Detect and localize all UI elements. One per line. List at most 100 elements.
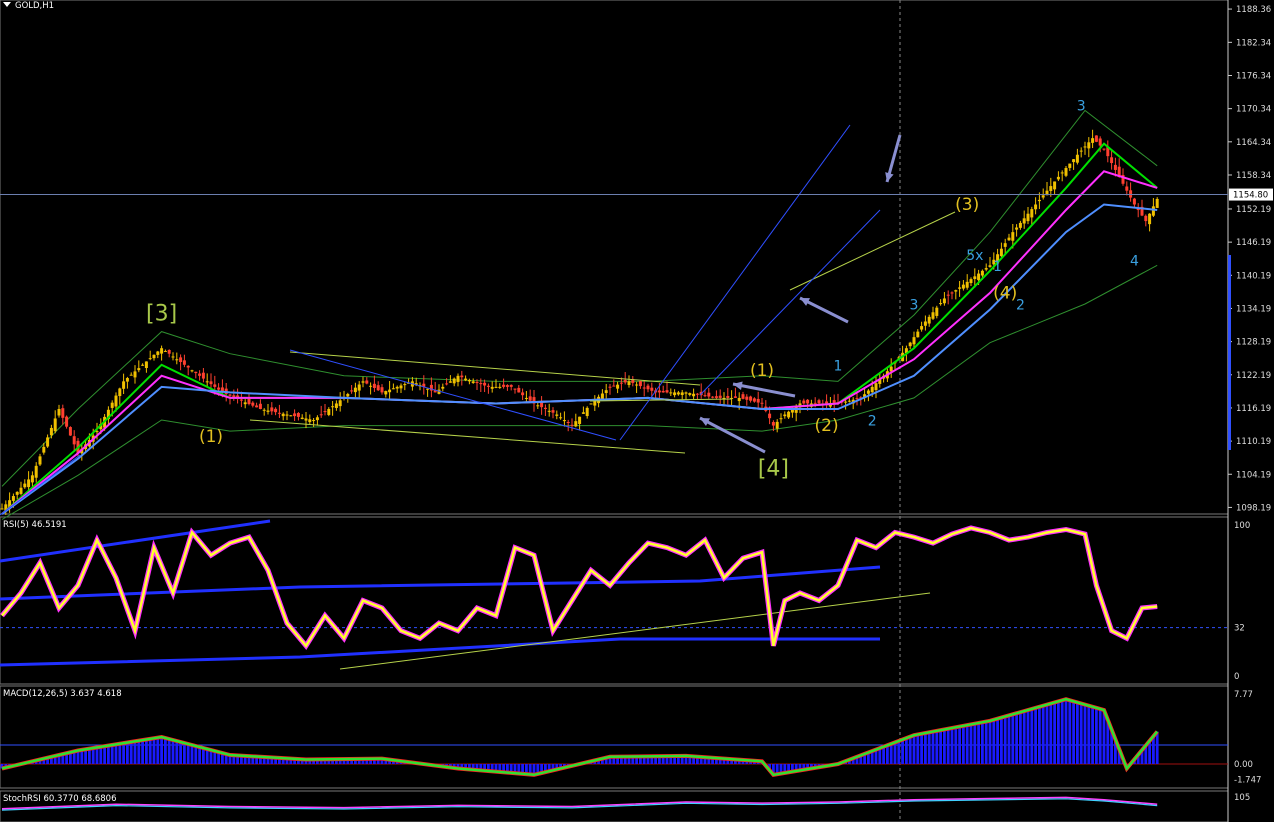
macd-histogram-bar <box>1026 710 1030 764</box>
candle-body <box>49 427 53 436</box>
candle-body <box>999 248 1003 257</box>
candle-body <box>1155 198 1159 208</box>
rsi-tick-label: 100 <box>1234 521 1250 531</box>
candle-body <box>281 413 285 417</box>
candle-body <box>954 290 958 292</box>
macd-histogram-bar <box>1041 705 1045 764</box>
macd-histogram-bar <box>969 724 973 764</box>
macd-histogram-bar <box>1015 713 1018 764</box>
candle-body <box>969 279 973 284</box>
candle-body <box>217 387 221 390</box>
dropdown-arrow-icon[interactable] <box>3 2 11 7</box>
candle-body <box>946 294 950 296</box>
candle-body <box>551 410 555 413</box>
candle-body <box>988 265 992 267</box>
macd-tick-label: 7.77 <box>1234 690 1253 700</box>
candle-body <box>171 356 175 358</box>
candle-body <box>483 382 487 386</box>
candle-body <box>460 375 464 378</box>
macd-histogram-bar <box>988 720 992 764</box>
macd-histogram-bar <box>931 731 935 764</box>
macd-histogram-bar <box>1049 703 1053 764</box>
candle-body <box>806 399 810 404</box>
candle-body <box>513 388 517 390</box>
candle-body <box>585 407 589 417</box>
candle-body <box>756 398 760 403</box>
macd-histogram-bar <box>905 738 908 764</box>
candle-body <box>27 479 31 488</box>
macd-histogram-bar <box>175 741 179 764</box>
candle-body <box>737 397 741 402</box>
candle-body <box>11 496 15 501</box>
price-tick-label: 1182.34 <box>1236 38 1271 48</box>
candle-body <box>616 384 620 389</box>
macd-histogram-bar <box>935 730 939 764</box>
candle-body <box>574 421 578 427</box>
candle-body <box>365 380 369 384</box>
macd-histogram-bar <box>107 745 110 764</box>
macd-histogram-bar <box>901 739 904 764</box>
macd-histogram-bar <box>912 735 916 764</box>
stochrsi-tick-label: 105 <box>1234 793 1250 803</box>
candle-body <box>61 408 65 418</box>
macd-histogram-bar <box>984 721 988 764</box>
wave-label: (1) <box>199 427 223 447</box>
candle-body <box>1079 150 1083 152</box>
macd-histogram-bar <box>889 743 893 764</box>
macd-histogram-bar <box>103 746 106 764</box>
candle-body <box>285 414 289 416</box>
candle-body <box>452 378 456 384</box>
price-tick-label: 1188.36 <box>1236 5 1271 15</box>
macd-histogram-bar <box>882 746 885 764</box>
macd-histogram-bar <box>156 737 160 764</box>
macd-histogram-bar <box>171 740 175 764</box>
macd-histogram-bar <box>110 744 114 764</box>
candle-body <box>376 385 380 391</box>
macd-histogram-bar <box>1064 699 1068 764</box>
candle-body <box>122 381 126 389</box>
candle-body <box>813 402 817 404</box>
wave-label: 5x <box>966 248 983 264</box>
candle-body <box>144 361 148 369</box>
rsi-tick-label: 32 <box>1234 624 1245 634</box>
macd-histogram-bar <box>1000 717 1003 764</box>
candle-body <box>133 371 137 378</box>
candle-body <box>1091 138 1095 143</box>
candle-body <box>566 421 570 423</box>
candle-body <box>372 383 376 388</box>
candle-body <box>114 395 118 407</box>
candle-body <box>726 395 730 398</box>
vertical-scroll-marker[interactable] <box>1228 255 1231 450</box>
candle-body <box>129 374 133 376</box>
candle-body <box>175 359 179 361</box>
candle-body <box>490 386 494 389</box>
candle-body <box>247 398 251 405</box>
candle-body <box>642 387 646 389</box>
candle-body <box>464 378 468 381</box>
candle-body <box>733 396 737 398</box>
candle-body <box>201 372 205 379</box>
candle-body <box>300 417 304 420</box>
candle-body <box>749 396 753 401</box>
candle-body <box>802 400 806 404</box>
candle-body <box>1022 218 1026 224</box>
candle-body <box>23 483 27 488</box>
wave-label: [3] <box>146 302 177 327</box>
candle-body <box>479 383 483 385</box>
candle-body <box>312 420 316 422</box>
candle-body <box>163 350 167 352</box>
macd-histogram-bar <box>943 729 946 764</box>
candle-body <box>638 381 642 387</box>
candle-body <box>323 411 327 413</box>
candle-body <box>1041 195 1045 198</box>
candle-body <box>912 337 916 345</box>
arrow-icon <box>699 416 766 454</box>
macd-histogram-bar <box>950 728 954 764</box>
wave-label: (3) <box>955 195 979 215</box>
wave-label: 2 <box>1016 298 1025 314</box>
candle-body <box>426 388 430 390</box>
macd-histogram-bar <box>164 738 167 764</box>
macd-histogram-bar <box>1045 704 1049 764</box>
macd-histogram-bar <box>167 739 171 764</box>
candle-body <box>319 414 323 416</box>
